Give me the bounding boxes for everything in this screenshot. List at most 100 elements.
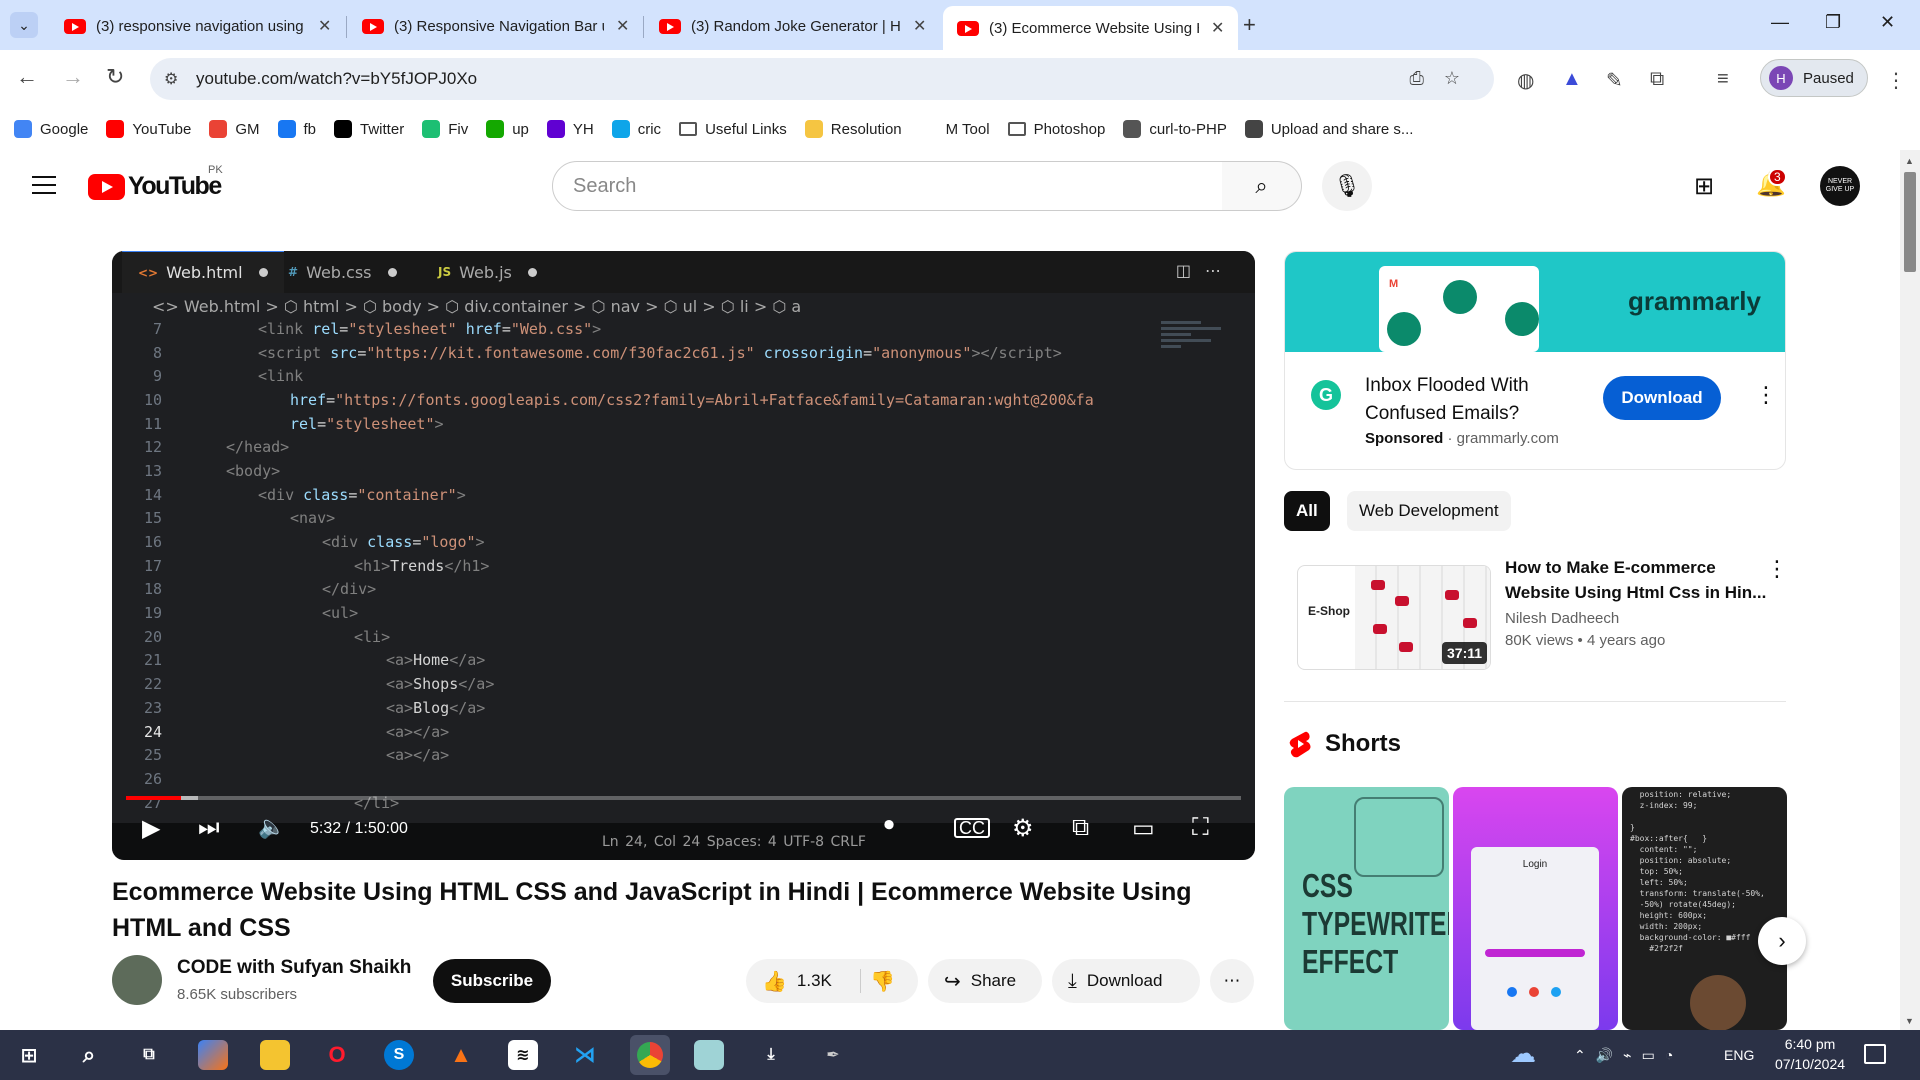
new-tab-button[interactable]: +: [1243, 12, 1256, 38]
bookmark-item[interactable]: GM: [209, 120, 260, 138]
more-vert-icon[interactable]: ⋮: [1886, 68, 1906, 93]
account-avatar[interactable]: NEVER GIVE UP: [1820, 166, 1860, 206]
thumbs-down-icon[interactable]: 👎: [870, 969, 895, 994]
close-icon[interactable]: ✕: [913, 16, 926, 36]
youtube-logo[interactable]: YouTube PK: [88, 164, 223, 201]
ad-headline[interactable]: Inbox Flooded With Confused Emails?: [1365, 372, 1585, 428]
subtitles-button[interactable]: CC: [954, 818, 990, 838]
bookmark-item[interactable]: YH: [546, 120, 594, 138]
close-icon[interactable]: ✕: [318, 16, 331, 36]
close-icon[interactable]: ✕: [616, 16, 629, 36]
chrome-icon[interactable]: [630, 1035, 670, 1075]
bookmark-item[interactable]: M Tool: [919, 120, 990, 138]
bookmark-item[interactable]: Fiv: [422, 120, 468, 138]
next-button[interactable]: ⏭: [198, 814, 220, 842]
notes-icon[interactable]: [694, 1040, 724, 1070]
shorts-next-button[interactable]: ›: [1758, 917, 1806, 965]
menu-icon[interactable]: [32, 176, 56, 200]
page-scrollbar[interactable]: ▲ ▼: [1900, 150, 1920, 1030]
bookmark-item[interactable]: YouTube: [106, 120, 191, 138]
fullscreen-button[interactable]: ⛶: [1192, 814, 1209, 842]
weather-icon[interactable]: ☁: [1510, 1038, 1536, 1069]
eyedropper-icon[interactable]: ✎: [1606, 68, 1623, 93]
opera-icon[interactable]: O: [322, 1040, 352, 1070]
minimize-button[interactable]: —: [1771, 12, 1789, 33]
download-button[interactable]: ⤓ Download: [1052, 959, 1200, 1003]
chip-all[interactable]: All: [1284, 491, 1330, 531]
miniplayer-button[interactable]: ⧉: [1072, 814, 1089, 842]
play-button[interactable]: ▶: [142, 814, 160, 843]
share-button[interactable]: ↪ Share: [928, 959, 1042, 1003]
channel-name[interactable]: CODE with Sufyan Shaikh: [177, 957, 411, 979]
globe-extension-icon[interactable]: ◍: [1517, 68, 1534, 93]
maximize-button[interactable]: ❐: [1825, 12, 1841, 33]
ad-card[interactable]: M grammarly G Inbox Flooded With Confuse…: [1284, 251, 1786, 470]
clock-date[interactable]: 07/10/2024: [1770, 1056, 1850, 1072]
star-icon[interactable]: ☆: [1444, 68, 1480, 88]
system-tray[interactable]: ⌃🔊⌁▭◔: [1574, 1047, 1683, 1064]
site-info-icon[interactable]: ⚙: [164, 69, 186, 89]
install-app-icon[interactable]: ⎙: [1409, 68, 1443, 88]
channel-avatar[interactable]: [112, 955, 162, 1005]
search-icon[interactable]: ⌕: [74, 1040, 104, 1070]
clock-time[interactable]: 6:40 pm: [1770, 1036, 1850, 1052]
bookmark-item[interactable]: Useful Links: [679, 121, 787, 138]
puzzle-icon[interactable]: ⧉: [1650, 68, 1664, 91]
scrollbar-thumb[interactable]: [1904, 172, 1916, 272]
browser-tab[interactable]: (3) Responsive Navigation Bar u ✕: [348, 6, 643, 46]
settings-button[interactable]: ⚙: [1012, 814, 1034, 843]
mute-button[interactable]: 🔈: [258, 814, 285, 840]
back-button[interactable]: ←: [16, 64, 38, 90]
bookmark-item[interactable]: Upload and share s...: [1244, 120, 1413, 138]
address-bar[interactable]: ⚙ youtube.com/watch?v=bY5fJOPJ0Xo ⎙☆: [150, 58, 1494, 100]
short-card[interactable]: CSS TYPEWRITER EFFECT: [1284, 787, 1449, 1030]
recommended-video-title[interactable]: How to Make E-commerce Website Using Htm…: [1505, 555, 1770, 605]
task-view-icon[interactable]: ⧉: [134, 1040, 164, 1070]
search-button[interactable]: ⌕: [1222, 161, 1302, 211]
ad-banner[interactable]: M grammarly: [1285, 252, 1785, 352]
file-explorer-icon[interactable]: [260, 1040, 290, 1070]
media-control-icon[interactable]: ≡: [1717, 68, 1729, 91]
vscode-icon[interactable]: ⋊: [570, 1040, 600, 1070]
voice-search-button[interactable]: 🎙: [1322, 161, 1372, 211]
capcut-icon[interactable]: ≋: [508, 1040, 538, 1070]
bookmark-item[interactable]: Google: [14, 120, 88, 138]
notification-center-icon[interactable]: [1864, 1044, 1886, 1064]
search-input[interactable]: Search: [552, 161, 1224, 211]
bookmark-item[interactable]: Twitter: [334, 120, 404, 138]
reload-button[interactable]: ↻: [106, 64, 124, 90]
chip-web-development[interactable]: Web Development: [1347, 491, 1511, 531]
thumbs-up-icon[interactable]: 👍: [762, 969, 787, 994]
more-actions-button[interactable]: ⋯: [1210, 959, 1254, 1003]
theater-button[interactable]: ▭: [1132, 814, 1155, 843]
downloader-icon[interactable]: ⤓: [756, 1040, 786, 1070]
windows-start-icon[interactable]: ⊞: [14, 1040, 44, 1070]
browser-tab[interactable]: (3) responsive navigation using ✕: [50, 6, 345, 46]
tab-search-button[interactable]: ⌄: [10, 12, 38, 38]
copilot-icon[interactable]: [198, 1040, 228, 1070]
close-icon[interactable]: ✕: [1211, 18, 1224, 38]
more-vert-icon[interactable]: ⋮: [1755, 382, 1777, 408]
create-button[interactable]: ⊞: [1694, 172, 1714, 201]
progress-bar[interactable]: [126, 796, 1241, 800]
pen-tool-icon[interactable]: ✒: [818, 1040, 848, 1070]
recommended-channel[interactable]: Nilesh Dadheech: [1505, 610, 1619, 627]
ad-download-button[interactable]: Download: [1603, 376, 1721, 420]
scroll-down-icon[interactable]: ▼: [1905, 1016, 1914, 1026]
video-player[interactable]: <> Web.html # Web.css JS Web.js ◫⋯ <> Web.htm…: [112, 251, 1255, 860]
browser-tab-active[interactable]: (3) Ecommerce Website Using H ✕: [943, 6, 1239, 50]
skype-icon[interactable]: S: [384, 1040, 414, 1070]
forward-button[interactable]: →: [62, 64, 84, 90]
short-card[interactable]: position: relative; z-index: 99; } #box:…: [1622, 787, 1787, 1030]
autoplay-toggle[interactable]: ⏺: [884, 814, 894, 837]
short-card[interactable]: Login: [1453, 787, 1618, 1030]
bookmark-item[interactable]: up: [486, 120, 529, 138]
bookmark-item[interactable]: fb: [277, 120, 316, 138]
profile-button[interactable]: H Paused: [1760, 59, 1868, 97]
scroll-up-icon[interactable]: ▲: [1905, 156, 1914, 166]
subscribe-button[interactable]: Subscribe: [433, 959, 551, 1003]
bookmark-item[interactable]: curl-to-PHP: [1123, 120, 1227, 138]
bookmark-item[interactable]: Photoshop: [1007, 121, 1105, 138]
bookmark-item[interactable]: Resolution: [804, 120, 902, 138]
close-window-button[interactable]: ✕: [1880, 12, 1895, 33]
